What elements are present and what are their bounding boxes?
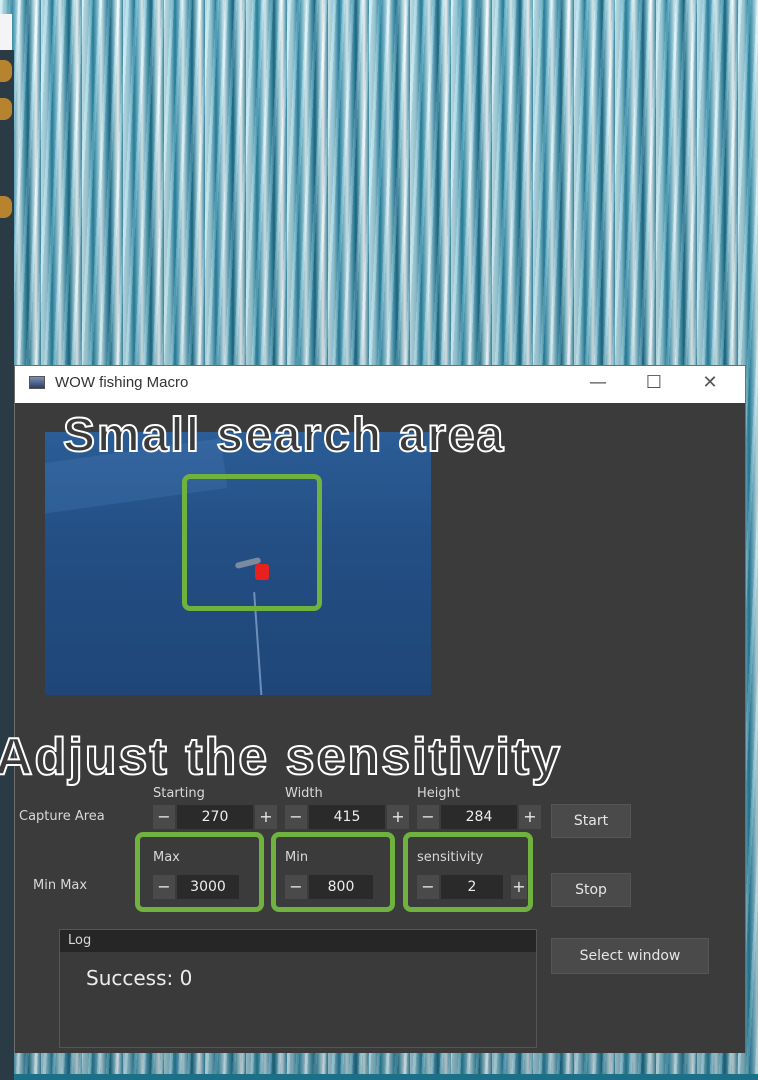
- select-window-button[interactable]: Select window: [551, 938, 709, 974]
- width-label: Width: [285, 786, 323, 801]
- min-input[interactable]: 800: [309, 875, 373, 899]
- app-icon: [29, 376, 45, 389]
- starting-decrement-button[interactable]: −: [153, 805, 175, 829]
- overlay-caption-search-area: Small search area: [62, 408, 506, 463]
- height-spinner: − 284 +: [417, 805, 541, 829]
- height-input[interactable]: 284: [441, 805, 517, 829]
- sensitivity-highlight: [403, 832, 533, 912]
- background-icon: [0, 60, 12, 82]
- height-label: Height: [417, 786, 460, 801]
- starting-label: Starting: [153, 786, 205, 801]
- max-highlight: [135, 832, 264, 912]
- window-title: WOW fishing Macro: [55, 374, 189, 391]
- height-decrement-button[interactable]: −: [417, 805, 439, 829]
- min-highlight: [271, 832, 395, 912]
- min-decrement-button[interactable]: −: [285, 875, 307, 899]
- min-spinner: − 800: [285, 875, 389, 899]
- max-decrement-button[interactable]: −: [153, 875, 175, 899]
- starting-input[interactable]: 270: [177, 805, 253, 829]
- log-panel: Log Success: 0: [59, 929, 537, 1048]
- starting-increment-button[interactable]: +: [255, 805, 277, 829]
- max-input[interactable]: 3000: [177, 875, 239, 899]
- width-spinner: − 415 +: [285, 805, 409, 829]
- width-increment-button[interactable]: +: [387, 805, 409, 829]
- sensitivity-increment-button[interactable]: +: [511, 875, 527, 899]
- sensitivity-label: sensitivity: [417, 850, 484, 865]
- start-button[interactable]: Start: [551, 804, 631, 838]
- close-button[interactable]: ✕: [687, 368, 733, 400]
- max-label: Max: [153, 850, 180, 865]
- search-area-highlight: [182, 474, 322, 611]
- sensitivity-input[interactable]: 2: [441, 875, 503, 899]
- stop-button[interactable]: Stop: [551, 873, 631, 907]
- min-label: Min: [285, 850, 309, 865]
- maximize-button[interactable]: ☐: [631, 368, 677, 400]
- background-window-strip: [0, 50, 14, 1080]
- capture-area-label: Capture Area: [19, 809, 105, 824]
- minimize-button[interactable]: —: [575, 368, 621, 400]
- height-increment-button[interactable]: +: [519, 805, 541, 829]
- log-text: Success: 0: [86, 966, 193, 990]
- max-spinner: − 3000: [153, 875, 259, 899]
- overlay-caption-sensitivity: Adjust the sensitivity: [0, 727, 562, 787]
- window-client-area: Small search area Starting Width Height …: [0, 403, 745, 1053]
- sensitivity-decrement-button[interactable]: −: [417, 875, 439, 899]
- title-bar[interactable]: WOW fishing Macro — ☐ ✕: [15, 366, 745, 403]
- min-max-label: Min Max: [33, 878, 88, 893]
- log-header: Log: [60, 930, 536, 952]
- app-window: WOW fishing Macro — ☐ ✕ Small search are…: [0, 365, 746, 1053]
- width-decrement-button[interactable]: −: [285, 805, 307, 829]
- background-icon: [0, 98, 12, 120]
- starting-spinner: − 270 +: [153, 805, 277, 829]
- background-icon: [0, 196, 12, 218]
- background-window-edge: [0, 14, 12, 50]
- sensitivity-spinner: − 2 +: [417, 875, 527, 899]
- width-input[interactable]: 415: [309, 805, 385, 829]
